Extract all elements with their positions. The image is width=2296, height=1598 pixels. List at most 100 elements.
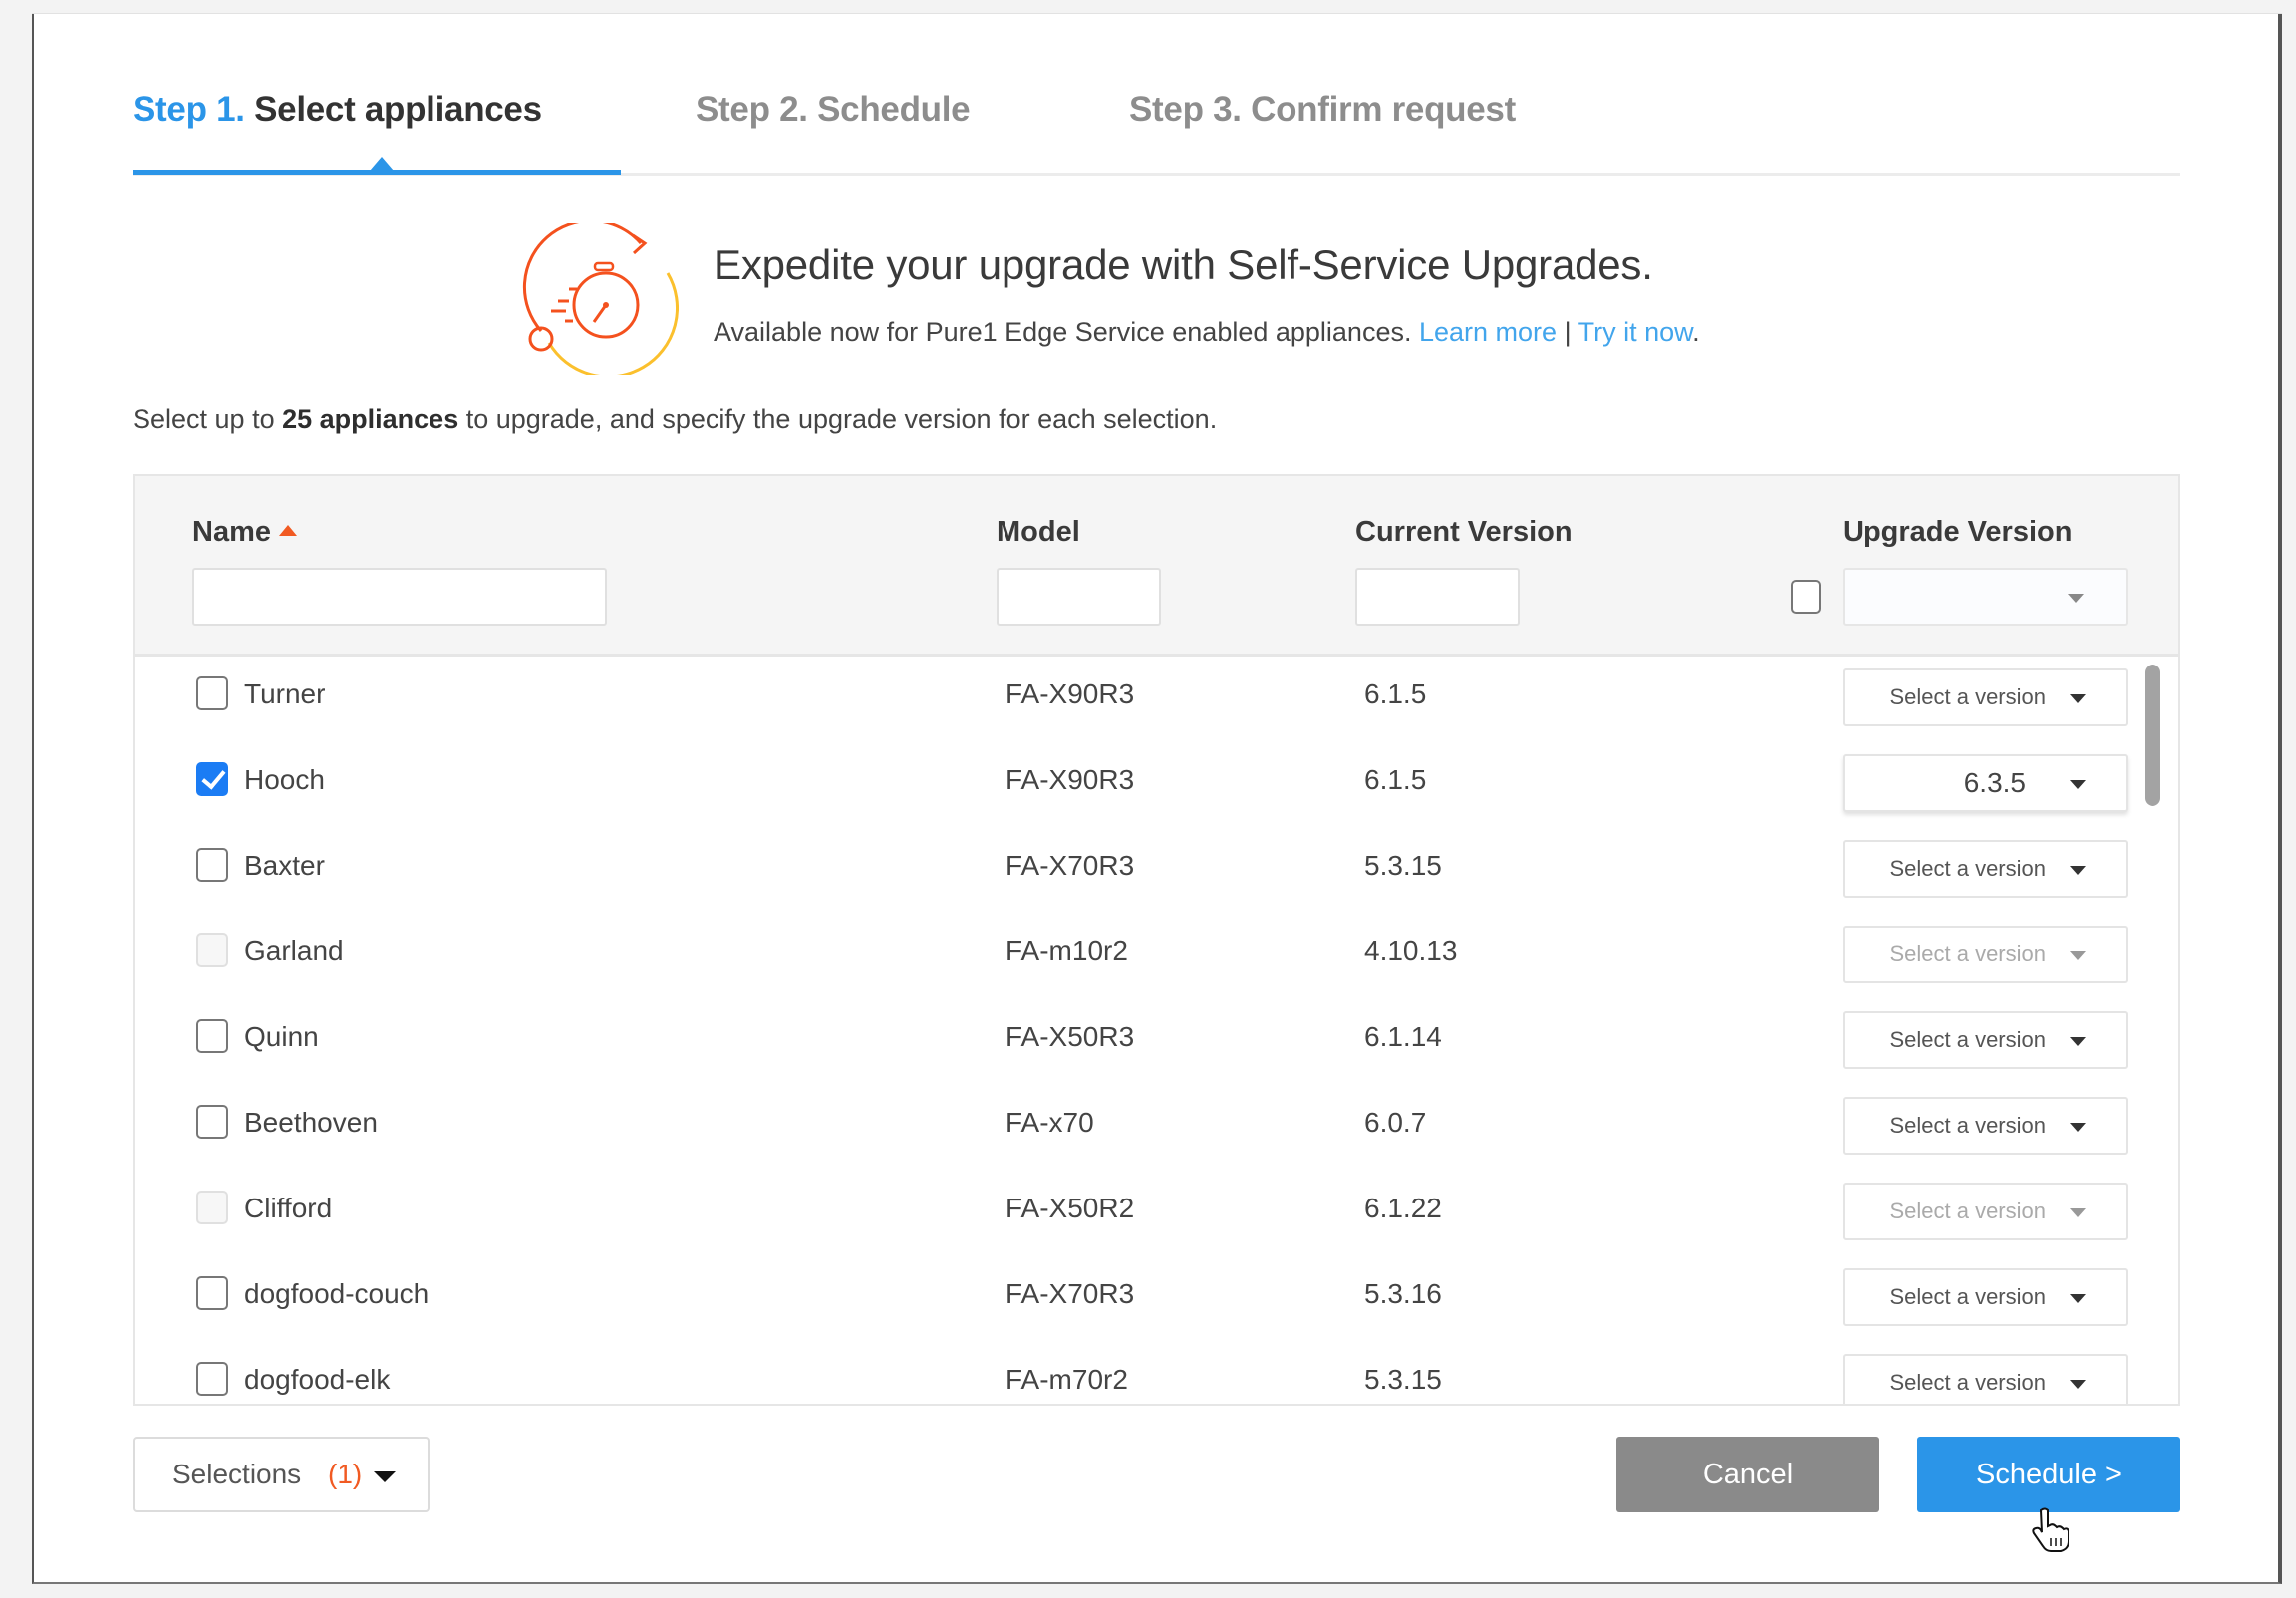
cancel-button[interactable]: Cancel (1616, 1437, 1879, 1512)
upgrade-version-select[interactable]: Select a version (1843, 1097, 2128, 1155)
current-version: 5.3.15 (1364, 1364, 1442, 1395)
column-header-name[interactable]: Name (192, 516, 297, 549)
appliance-model: FA-X70R3 (1005, 1278, 1135, 1309)
appliance-name: Clifford (244, 1193, 333, 1223)
upgrade-version-select[interactable]: Select a version (1843, 1011, 2128, 1069)
schedule-button[interactable]: Schedule > (1917, 1437, 2180, 1512)
chevron-down-icon (2070, 1208, 2086, 1217)
selections-count: (1) (328, 1459, 363, 1489)
appliance-name: dogfood-couch (244, 1278, 430, 1309)
table-row[interactable]: Clifford FA-X50R2 6.1.22 Select a version (135, 1167, 2139, 1252)
upgrade-version-select: Select a version (1843, 926, 2128, 983)
active-tab-caret-icon (370, 157, 394, 171)
instruction-text: Select up to 25 appliances to upgrade, a… (133, 404, 1217, 435)
upgrade-version-value: Select a version (1889, 1284, 2046, 1309)
instruction-limit: 25 appliances (282, 404, 459, 434)
column-header-model[interactable]: Model (997, 516, 1080, 549)
row-checkbox[interactable] (196, 1276, 228, 1310)
table-row[interactable]: Hooch FA-X90R3 6.1.5 6.3.5 (135, 738, 2139, 824)
chevron-down-icon (2068, 594, 2084, 603)
chevron-down-icon (2070, 1123, 2086, 1132)
upgrade-version-value: Select a version (1889, 684, 2046, 709)
row-checkbox[interactable] (196, 1362, 228, 1396)
current-version: 5.3.16 (1364, 1278, 1442, 1309)
upgrade-version-select: Select a version (1843, 1183, 2128, 1240)
table-row[interactable]: dogfood-elk FA-m70r2 5.3.15 Select a versio… (135, 1338, 2139, 1404)
select-all-checkbox[interactable] (1791, 580, 1821, 614)
table-body: Turner FA-X90R3 6.1.5 Select a version Hooch… (135, 657, 2178, 1404)
instruction-suffix: to upgrade, and specify the upgrade vers… (458, 404, 1218, 434)
tab-confirm-request[interactable]: Step 3. Confirm request (1129, 90, 1516, 130)
upgrade-version-value: Select a version (1889, 1370, 2046, 1395)
upgrade-version-select[interactable]: Select a version (1843, 1354, 2128, 1404)
appliance-name: Turner (244, 678, 326, 709)
table-row[interactable]: Quinn FA-X50R3 6.1.14 Select a version (135, 995, 2139, 1081)
row-checkbox[interactable] (196, 848, 228, 882)
trailing-period: . (1692, 317, 1700, 347)
column-header-upgrade-version: Upgrade Version (1843, 516, 2073, 548)
appliance-name: Beethoven (244, 1107, 378, 1138)
chevron-down-icon (2070, 866, 2086, 875)
model-filter-input[interactable] (997, 568, 1161, 626)
bulk-upgrade-version-select[interactable] (1843, 568, 2128, 626)
chevron-down-icon (2070, 951, 2086, 960)
row-checkbox[interactable] (196, 1105, 228, 1139)
upgrade-version-select[interactable]: Select a version (1843, 668, 2128, 726)
stopwatch-refresh-icon (522, 223, 679, 375)
current-version: 6.1.14 (1364, 1021, 1442, 1052)
upgrade-version-select[interactable]: 6.3.5 (1843, 754, 2128, 812)
current-version: 4.10.13 (1364, 935, 1458, 966)
current-version: 5.3.15 (1364, 850, 1442, 881)
hand-pointer-cursor-icon (2032, 1507, 2069, 1552)
appliance-name: Baxter (244, 850, 325, 881)
banner-subtitle-text: Available now for Pure1 Edge Service ena… (714, 317, 1412, 347)
current-version: 6.1.22 (1364, 1193, 1442, 1223)
appliances-table: Name Model Current Version Upgrade Versi… (133, 474, 2180, 1406)
sort-ascending-icon (279, 524, 297, 536)
row-checkbox (196, 1191, 228, 1224)
table-row[interactable]: Turner FA-X90R3 6.1.5 Select a version (135, 657, 2139, 738)
upgrade-version-value: 6.3.5 (1963, 767, 2026, 798)
table-scrollbar[interactable] (2145, 665, 2160, 806)
appliance-name: dogfood-elk (244, 1364, 391, 1395)
step-number: Step 1. (133, 90, 245, 129)
chevron-down-icon (2070, 1037, 2086, 1046)
step-label: Schedule (817, 90, 971, 129)
current-version-filter-input[interactable] (1355, 568, 1520, 626)
table-row[interactable]: Garland FA-m10r2 4.10.13 Select a version (135, 910, 2139, 995)
chevron-down-icon (2070, 694, 2086, 703)
current-version: 6.0.7 (1364, 1107, 1427, 1138)
upgrade-version-value: Select a version (1889, 1198, 2046, 1223)
try-it-now-link[interactable]: Try it now (1578, 317, 1693, 347)
table-row[interactable]: dogfood-couch FA-X70R3 5.3.16 Select a vers… (135, 1252, 2139, 1338)
banner-title: Expedite your upgrade with Self-Service … (714, 241, 1653, 288)
caret-down-icon (374, 1471, 396, 1482)
name-filter-input[interactable] (192, 568, 607, 626)
selections-dropdown-button[interactable]: Selections (1) (133, 1437, 430, 1512)
row-checkbox[interactable] (196, 762, 228, 796)
appliance-name: Garland (244, 935, 344, 966)
row-checkbox[interactable] (196, 676, 228, 710)
upgrade-version-value: Select a version (1889, 1113, 2046, 1138)
row-checkbox[interactable] (196, 1019, 228, 1053)
table-row[interactable]: Baxter FA-X70R3 5.3.15 Select a version (135, 824, 2139, 910)
appliance-model: FA-m10r2 (1005, 935, 1128, 966)
appliance-model: FA-x70 (1005, 1107, 1094, 1138)
row-checkbox (196, 933, 228, 967)
learn-more-link[interactable]: Learn more (1419, 317, 1557, 347)
upgrade-version-select[interactable]: Select a version (1843, 840, 2128, 898)
tab-select-appliances[interactable]: Step 1. Select appliances (133, 90, 542, 130)
tab-schedule[interactable]: Step 2. Schedule (696, 90, 971, 130)
step-label: Confirm request (1251, 90, 1516, 129)
column-header-current-version[interactable]: Current Version (1355, 516, 1573, 549)
upgrade-version-value: Select a version (1889, 856, 2046, 881)
banner-subtitle: Available now for Pure1 Edge Service ena… (714, 317, 1700, 348)
appliance-model: FA-X90R3 (1005, 678, 1135, 709)
upgrade-version-select[interactable]: Select a version (1843, 1268, 2128, 1326)
upgrade-version-value: Select a version (1889, 941, 2046, 966)
table-row[interactable]: Beethoven FA-x70 6.0.7 Select a version (135, 1081, 2139, 1167)
current-version: 6.1.5 (1364, 678, 1427, 709)
appliance-name: Quinn (244, 1021, 319, 1052)
step-number: Step 3. (1129, 90, 1242, 129)
chevron-down-icon (2070, 1294, 2086, 1303)
